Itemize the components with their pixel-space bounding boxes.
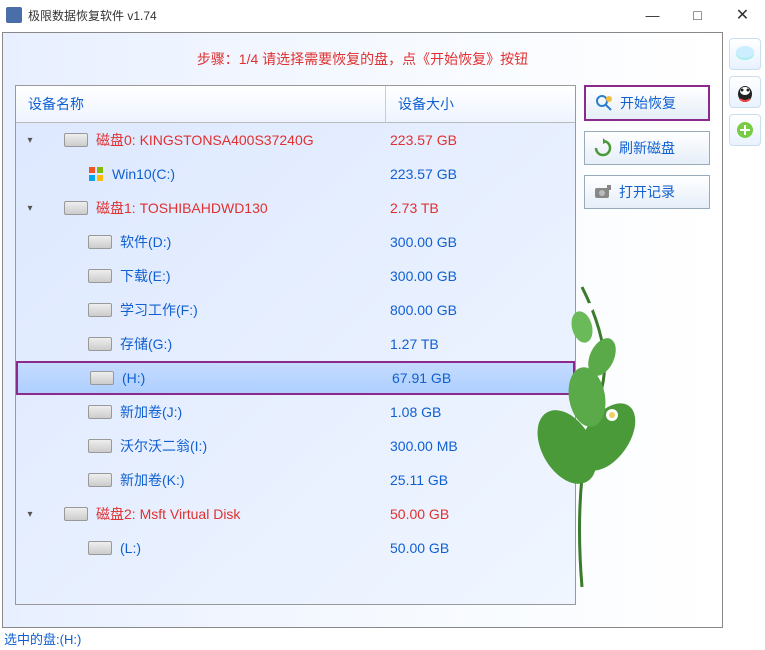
- tree-row-size: 300.00 GB: [386, 234, 575, 250]
- tree-row-label: 软件(D:): [120, 232, 171, 252]
- tree-row-size: 50.00 GB: [386, 506, 575, 522]
- disk-icon: [88, 405, 112, 419]
- disk-icon: [64, 507, 88, 521]
- tree-header: 设备名称 设备大小: [16, 86, 575, 123]
- app-icon: [6, 7, 22, 23]
- tree-row[interactable]: 新加卷(K:) 25.11 GB: [16, 463, 575, 497]
- qq-icon[interactable]: [729, 76, 761, 108]
- search-icon: [594, 93, 614, 113]
- tree-row[interactable]: (L:) 50.00 GB: [16, 531, 575, 565]
- disk-icon: [88, 269, 112, 283]
- step-instruction: 步骤：1/4 请选择需要恢复的盘，点《开始恢复》按钮: [3, 33, 722, 85]
- start-recovery-button[interactable]: 开始恢复: [584, 85, 710, 121]
- tree-row-size: 67.91 GB: [388, 370, 573, 386]
- tree-row-size: 1.27 TB: [386, 336, 575, 352]
- tree-row[interactable]: 学习工作(F:) 800.00 GB: [16, 293, 575, 327]
- tree-row-label: 新加卷(K:): [120, 470, 185, 490]
- close-button[interactable]: ✕: [720, 0, 765, 30]
- refresh-icon: [593, 138, 613, 158]
- disk-icon: [88, 303, 112, 317]
- chevron-down-icon[interactable]: ▾: [22, 132, 38, 148]
- tree-row-label: (H:): [122, 370, 145, 386]
- tree-row-label: (L:): [120, 540, 141, 556]
- tree-row-size: 25.11 GB: [386, 472, 575, 488]
- tree-row[interactable]: ▾ 磁盘2: Msft Virtual Disk 50.00 GB: [16, 497, 575, 531]
- tree-row-size: 300.00 GB: [386, 268, 575, 284]
- tree-row-label: 沃尔沃二翁(I:): [120, 436, 207, 456]
- tree-row-label: 磁盘2: Msft Virtual Disk: [96, 504, 240, 524]
- tree-row[interactable]: Win10(C:) 223.57 GB: [16, 157, 575, 191]
- tool-icon-1[interactable]: [729, 38, 761, 70]
- tree-row-label: 学习工作(F:): [120, 300, 198, 320]
- status-bar: 选中的盘:(H:): [4, 629, 81, 648]
- disk-icon: [88, 337, 112, 351]
- disk-icon: [64, 201, 88, 215]
- tree-row-size: 300.00 MB: [386, 438, 575, 454]
- maximize-button[interactable]: □: [675, 0, 720, 30]
- tree-row[interactable]: 新加卷(J:) 1.08 GB: [16, 395, 575, 429]
- column-name: 设备名称: [16, 86, 386, 122]
- tree-row-size: 1.08 GB: [386, 404, 575, 420]
- tree-row[interactable]: 下载(E:) 300.00 GB: [16, 259, 575, 293]
- tree-row-size: 2.73 TB: [386, 200, 575, 216]
- chevron-down-icon[interactable]: ▾: [22, 200, 38, 216]
- tree-row[interactable]: 软件(D:) 300.00 GB: [16, 225, 575, 259]
- windows-icon: [88, 166, 104, 182]
- tree-row[interactable]: 沃尔沃二翁(I:) 300.00 MB: [16, 429, 575, 463]
- disk-icon: [90, 371, 114, 385]
- minimize-button[interactable]: —: [630, 0, 675, 30]
- tree-row-size: 223.57 GB: [386, 132, 575, 148]
- tree-row-size: 800.00 GB: [386, 302, 575, 318]
- device-tree: 设备名称 设备大小 ▾ 磁盘0: KINGSTONSA400S37240G 223.…: [15, 85, 576, 605]
- camera-icon: [593, 182, 613, 202]
- disk-icon: [88, 473, 112, 487]
- refresh-disks-button[interactable]: 刷新磁盘: [584, 131, 710, 165]
- disk-icon: [88, 235, 112, 249]
- disk-icon: [64, 133, 88, 147]
- tree-row-label: 磁盘1: TOSHIBAHDWD130: [96, 198, 268, 218]
- tree-row[interactable]: 存储(G:) 1.27 TB: [16, 327, 575, 361]
- disk-icon: [88, 439, 112, 453]
- tree-row-size: 50.00 GB: [386, 540, 575, 556]
- refresh-label: 刷新磁盘: [619, 138, 675, 158]
- tree-row-label: 存储(G:): [120, 334, 172, 354]
- open-log-label: 打开记录: [619, 182, 675, 202]
- tool-icon-3[interactable]: [729, 114, 761, 146]
- main-panel: 步骤：1/4 请选择需要恢复的盘，点《开始恢复》按钮 设备名称 设备大小 ▾ 磁盘…: [2, 32, 723, 628]
- tree-row[interactable]: (H:) 67.91 GB: [16, 361, 575, 395]
- right-toolbar: [725, 34, 765, 146]
- tree-row[interactable]: ▾ 磁盘0: KINGSTONSA400S37240G 223.57 GB: [16, 123, 575, 157]
- tree-row-label: 新加卷(J:): [120, 402, 182, 422]
- title-bar: 极限数据恢复软件 v1.74 — □ ✕: [0, 0, 765, 30]
- window-title: 极限数据恢复软件 v1.74: [28, 7, 630, 24]
- tree-row[interactable]: ▾ 磁盘1: TOSHIBAHDWD130 2.73 TB: [16, 191, 575, 225]
- column-size: 设备大小: [386, 86, 575, 122]
- start-label: 开始恢复: [620, 93, 676, 113]
- open-log-button[interactable]: 打开记录: [584, 175, 710, 209]
- chevron-down-icon[interactable]: ▾: [22, 506, 38, 522]
- tree-row-label: 下载(E:): [120, 266, 171, 286]
- tree-row-size: 223.57 GB: [386, 166, 575, 182]
- action-buttons: 开始恢复 刷新磁盘 打开记录: [584, 85, 710, 209]
- disk-icon: [88, 541, 112, 555]
- tree-row-label: Win10(C:): [112, 166, 175, 182]
- tree-row-label: 磁盘0: KINGSTONSA400S37240G: [96, 130, 314, 150]
